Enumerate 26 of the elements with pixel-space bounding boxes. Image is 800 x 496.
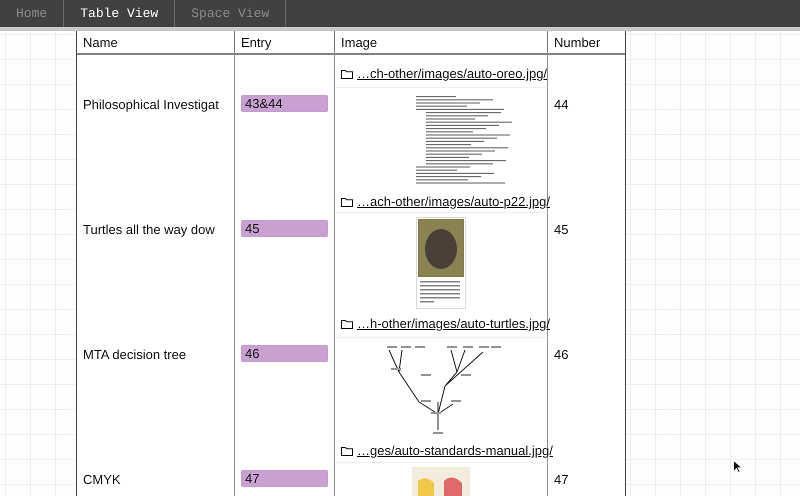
folder-icon — [341, 446, 353, 456]
file-path-link[interactable]: …ch-other/images/auto-oreo.jpg/ — [357, 66, 548, 81]
table-cell: Turtles all the way dow — [83, 222, 215, 237]
entry-tag: 47 — [241, 470, 328, 487]
column-header: Number — [553, 34, 602, 52]
column-header: Entry — [235, 31, 335, 54]
table-cell: MTA decision tree — [83, 347, 186, 362]
folder-icon — [341, 196, 353, 206]
table-cell: CMYK — [83, 472, 121, 487]
entry-tag: 46 — [241, 345, 328, 362]
folder-icon — [341, 68, 353, 78]
file-path-link[interactable]: …ges/auto-standards-manual.jpg/ — [357, 443, 553, 458]
folder-icon — [341, 318, 353, 328]
tab[interactable]: Table View — [64, 0, 176, 27]
table-cell: 46 — [554, 347, 568, 362]
column-header: Name — [77, 31, 235, 54]
table-cell: 47 — [554, 472, 568, 487]
file-path-link[interactable]: …ach-other/images/auto-p22.jpg/ — [357, 194, 550, 209]
file-path-link[interactable]: …h-other/images/auto-turtles.jpg/ — [357, 316, 550, 331]
column-header: Image — [335, 31, 548, 54]
entry-tag: 45 — [241, 220, 328, 237]
entry-tag: 43&44 — [241, 95, 328, 112]
table-cell: Philosophical Investigat — [83, 97, 219, 112]
table-cell: 44 — [554, 97, 568, 112]
mouse-pointer-icon — [733, 460, 742, 473]
table-cell: 45 — [554, 222, 568, 237]
